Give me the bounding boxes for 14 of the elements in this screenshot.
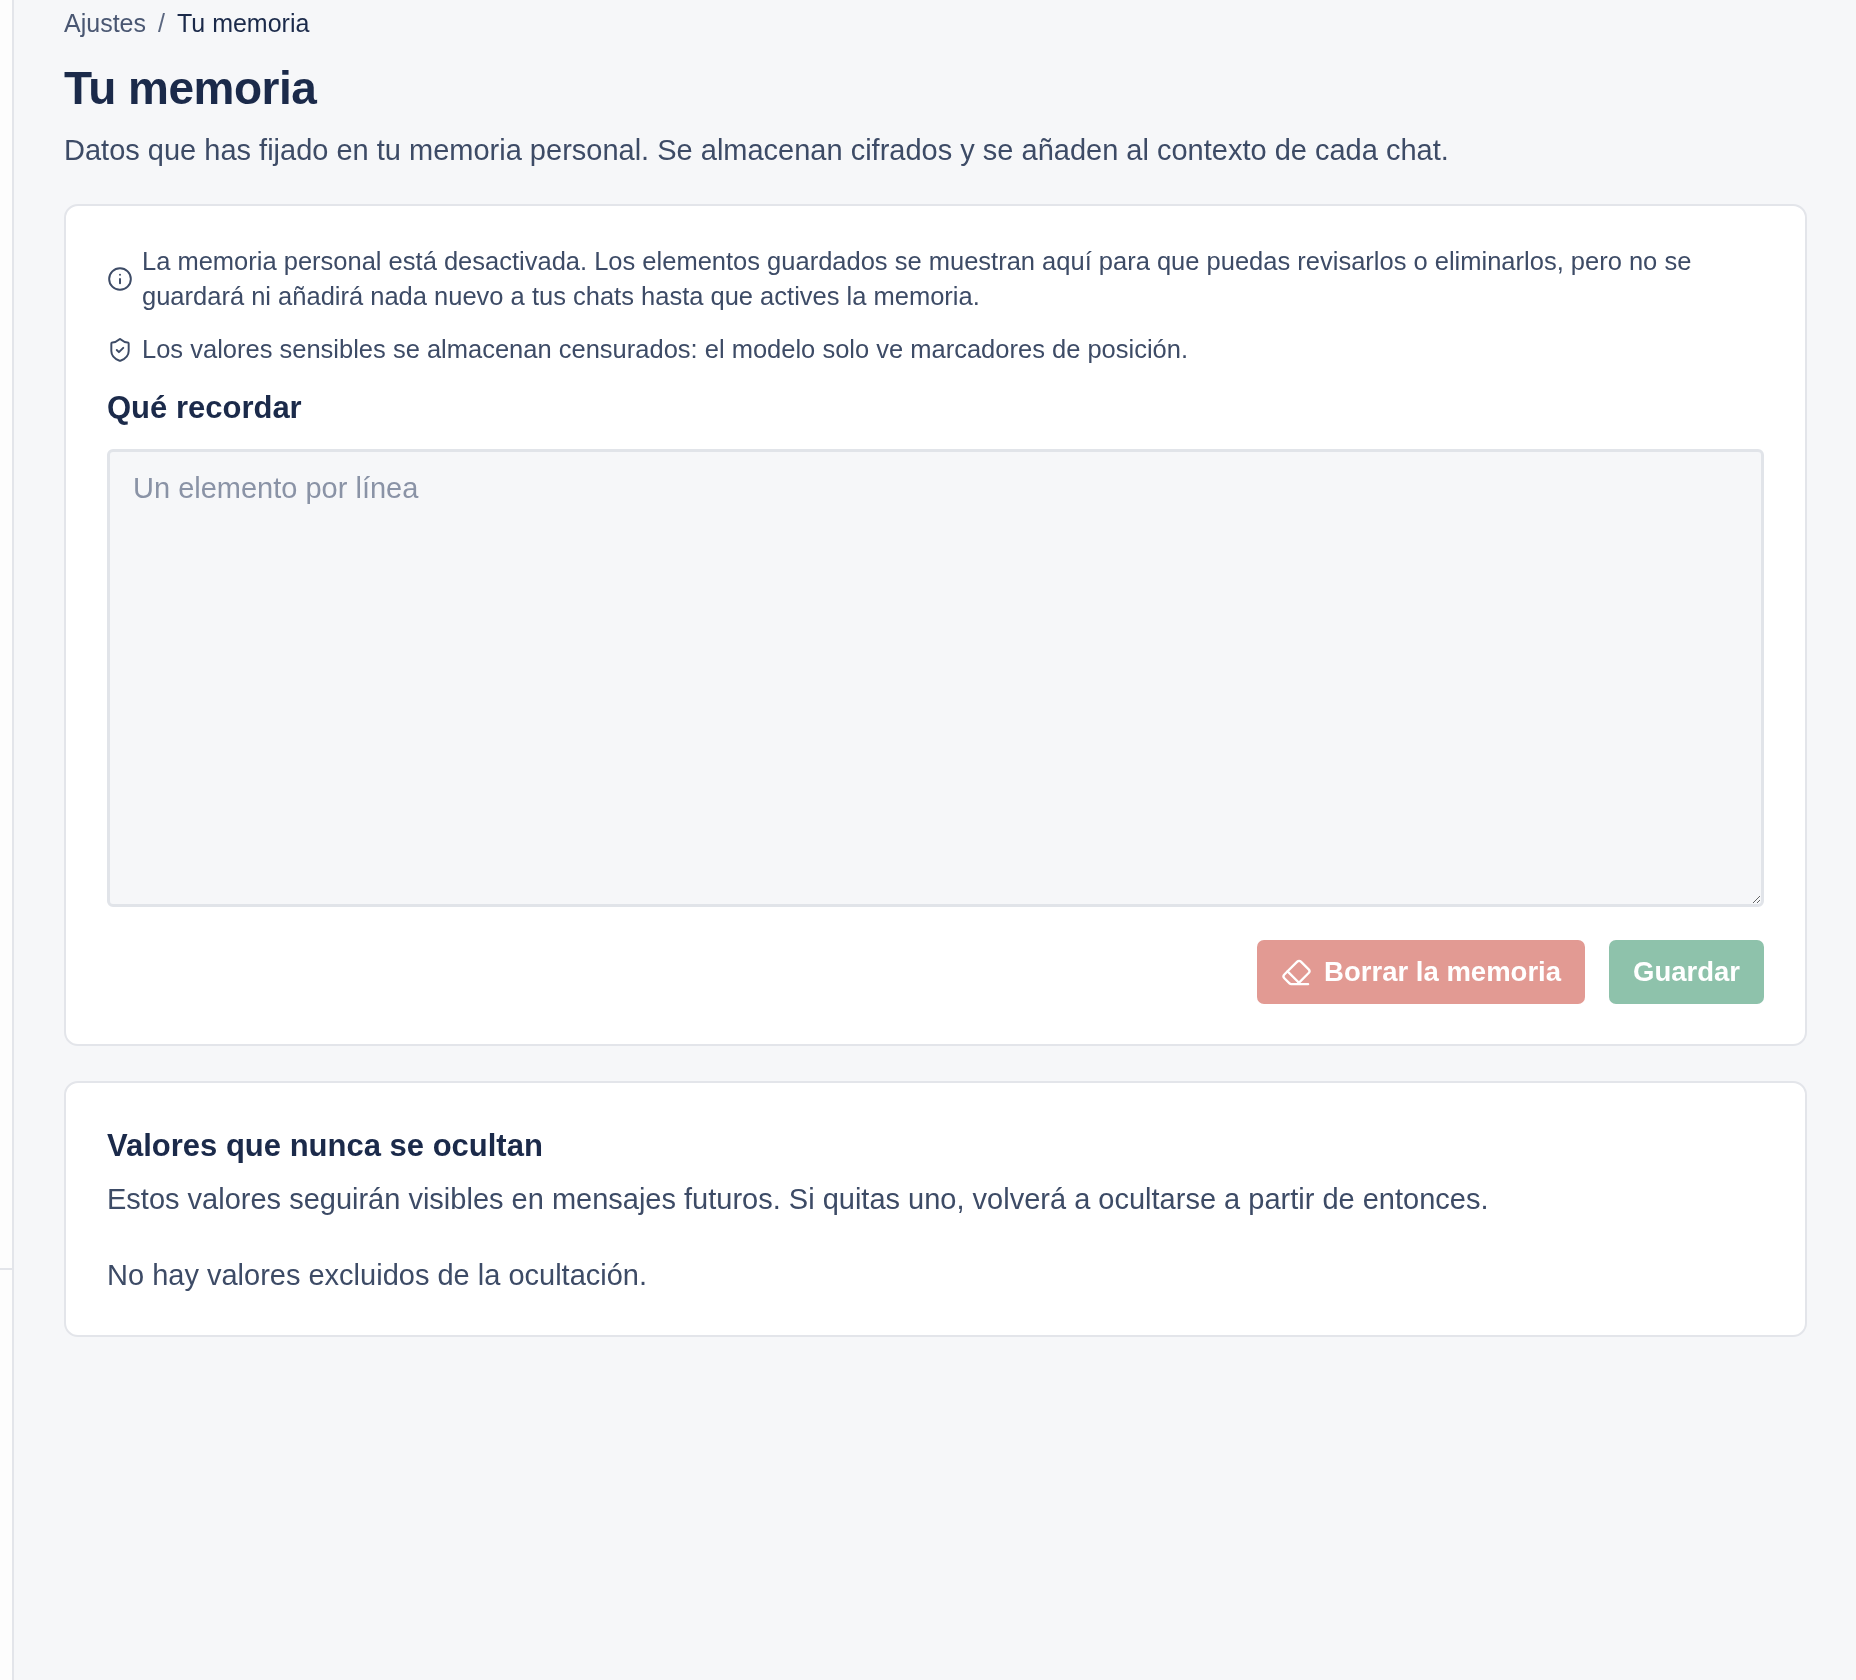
info-icon xyxy=(107,266,133,292)
section-description: Estos valores seguirán visibles en mensajes futuros. Si quitas uno, volverá a ocultarse a partir de entonces. xyxy=(107,1182,1490,1217)
section-title: Valores que nunca se ocultan xyxy=(107,1127,544,1165)
memory-textarea[interactable]: Un elemento por línea xyxy=(107,449,1764,907)
empty-state-text: No hay valores excluidos de la ocultación. xyxy=(107,1258,649,1293)
field-label: Qué recordar xyxy=(107,389,303,427)
shield-check-icon xyxy=(107,336,133,363)
breadcrumb-separator: / xyxy=(158,8,165,38)
breadcrumb-current: Tu memoria xyxy=(176,8,310,38)
page-title: Tu memoria xyxy=(64,61,318,116)
notice-text: La memoria personal está desactivada. Los elementos guardados se muestran aquí para que puedas revisarlos o eliminarlos, pero no se guardará ni añadirá nada nuevo a tus chats hasta que actives la memoria. xyxy=(142,246,1693,312)
notice-text: Los valores sensibles se almacenan censurados: el modelo solo ve marcadores de posición. xyxy=(142,334,1189,365)
breadcrumb-link[interactable]: Ajustes xyxy=(64,8,146,38)
page-subtitle: Datos que has fijado en tu memoria personal. Se almacenan cifrados y se añaden al contexto de cada chat. xyxy=(64,133,1450,168)
